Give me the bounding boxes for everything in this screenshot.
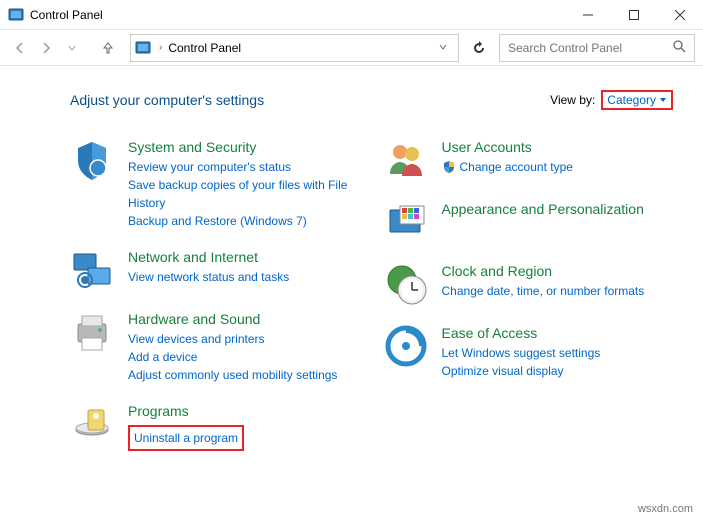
viewby-label: View by: [550,93,595,107]
nav-arrows [8,36,84,60]
right-column: User Accounts Change account type Appear… [384,138,674,451]
category-link[interactable]: View devices and printers [128,330,360,348]
appearance-icon [384,200,428,244]
search-box[interactable] [499,34,695,62]
recent-dropdown[interactable] [60,36,84,60]
search-icon [672,39,686,56]
category-title[interactable]: Appearance and Personalization [442,200,674,218]
category-title[interactable]: System and Security [128,138,360,156]
category-network: Network and Internet View network status… [70,248,360,292]
address-text: Control Panel [168,41,426,55]
left-column: System and Security Review your computer… [70,138,360,451]
close-button[interactable] [657,0,703,30]
category-ease-of-access: Ease of Access Let Windows suggest setti… [384,324,674,380]
titlebar-left: Control Panel [8,7,103,23]
programs-icon [70,402,114,446]
category-system-security: System and Security Review your computer… [70,138,360,230]
category-appearance: Appearance and Personalization [384,200,674,244]
category-title[interactable]: Ease of Access [442,324,674,342]
network-icon [70,248,114,292]
minimize-button[interactable] [565,0,611,30]
user-accounts-icon [384,138,428,182]
refresh-button[interactable] [463,34,495,62]
titlebar: Control Panel [0,0,703,30]
address-bar[interactable]: › Control Panel [130,34,459,62]
navbar: › Control Panel [0,30,703,66]
printer-icon [70,310,114,354]
chevron-down-icon [659,96,667,104]
uac-shield-icon [442,160,456,174]
category-programs: Programs Uninstall a program [70,402,360,450]
category-link[interactable]: Change date, time, or number formats [442,282,674,300]
category-title[interactable]: Network and Internet [128,248,360,266]
category-title[interactable]: Programs [128,402,360,420]
category-hardware: Hardware and Sound View devices and prin… [70,310,360,384]
category-user-accounts: User Accounts Change account type [384,138,674,182]
address-dropdown[interactable] [432,41,454,55]
category-title[interactable]: User Accounts [442,138,674,156]
category-link[interactable]: Save backup copies of your files with Fi… [128,176,360,212]
uninstall-program-link[interactable]: Uninstall a program [128,425,244,451]
viewby-value: Category [607,93,656,107]
content: Adjust your computer's settings View by:… [0,66,703,471]
address-icon [135,40,153,56]
forward-button[interactable] [34,36,58,60]
category-link[interactable]: Review your computer's status [128,158,360,176]
category-clock-region: Clock and Region Change date, time, or n… [384,262,674,306]
view-by: View by: Category [550,90,673,110]
back-button[interactable] [8,36,32,60]
search-input[interactable] [508,41,672,55]
page-heading: Adjust your computer's settings [70,92,264,108]
category-title[interactable]: Clock and Region [442,262,674,280]
clock-icon [384,262,428,306]
content-header: Adjust your computer's settings View by:… [70,90,673,110]
category-link[interactable]: Optimize visual display [442,362,674,380]
category-link[interactable]: Change account type [460,158,573,176]
category-link[interactable]: Add a device [128,348,360,366]
ease-of-access-icon [384,324,428,368]
category-link[interactable]: Backup and Restore (Windows 7) [128,212,360,230]
up-button[interactable] [96,36,120,60]
category-link[interactable]: View network status and tasks [128,268,360,286]
window-title: Control Panel [30,8,103,22]
category-link[interactable]: Let Windows suggest settings [442,344,674,362]
watermark: wsxdn.com [638,503,693,515]
chevron-right-icon: › [159,42,162,53]
category-link[interactable]: Adjust commonly used mobility settings [128,366,360,384]
shield-icon [70,138,114,182]
viewby-dropdown[interactable]: Category [601,90,673,110]
control-panel-icon [8,7,24,23]
categories: System and Security Review your computer… [70,138,673,451]
window-controls [565,0,703,30]
maximize-button[interactable] [611,0,657,30]
category-title[interactable]: Hardware and Sound [128,310,360,328]
